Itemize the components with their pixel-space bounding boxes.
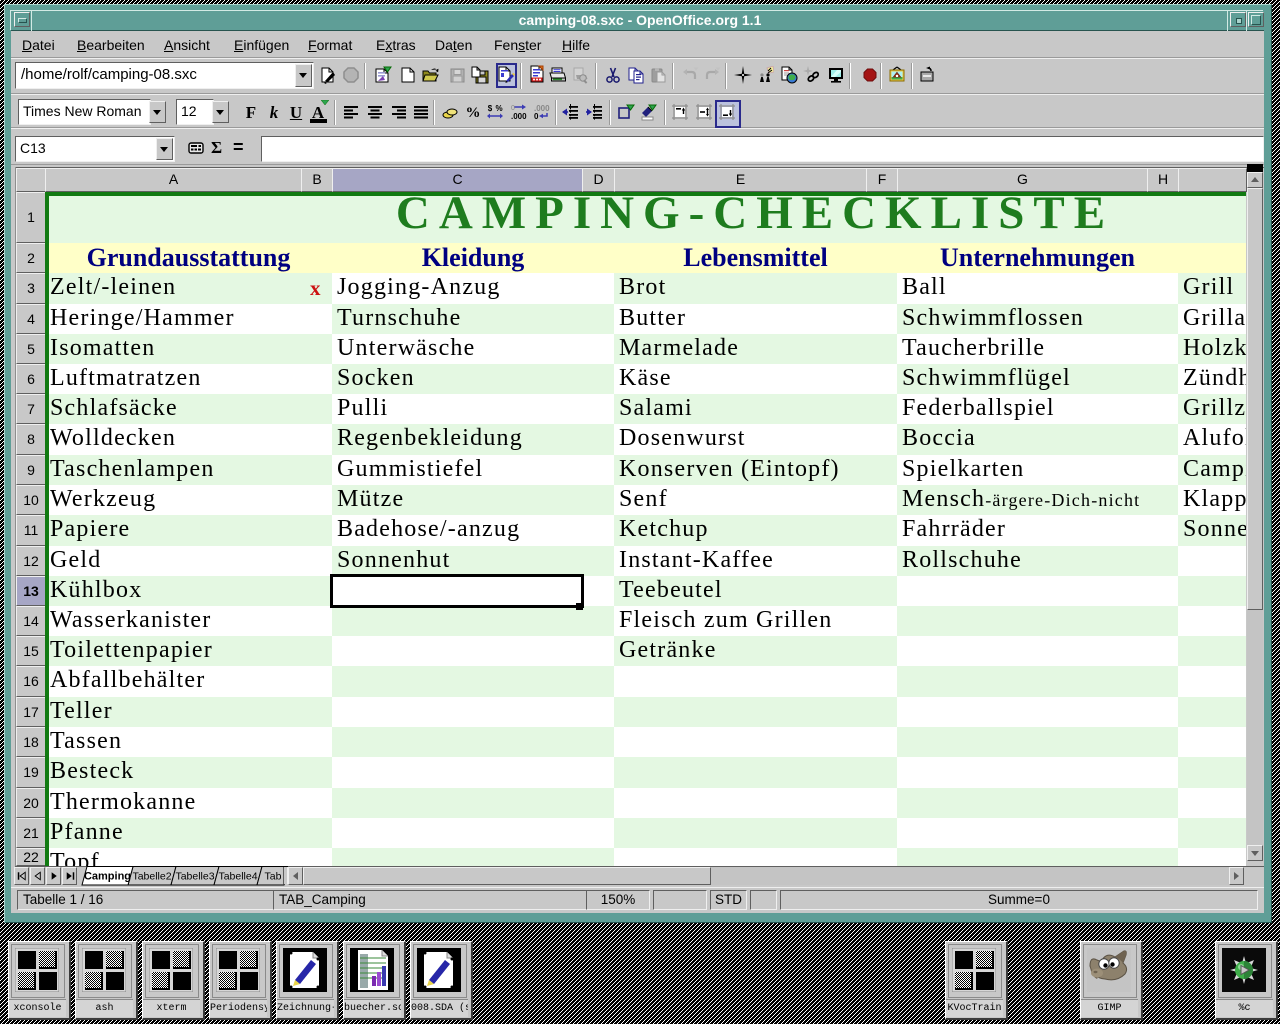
svg-text:.000: .000 [511,112,527,121]
svg-text:0: 0 [511,105,515,112]
svg-text:Tabelle3: Tabelle3 [175,871,214,883]
svg-text:0: 0 [534,112,539,121]
svg-text:%: % [495,104,502,113]
svg-text:Tabelle2: Tabelle2 [132,871,171,883]
svg-text:Camping: Camping [84,871,131,883]
svg-text:Tab: Tab [265,871,282,883]
svg-text:$: $ [488,104,493,113]
svg-text:Tabelle4: Tabelle4 [218,871,257,883]
svg-text:%: % [466,105,481,121]
